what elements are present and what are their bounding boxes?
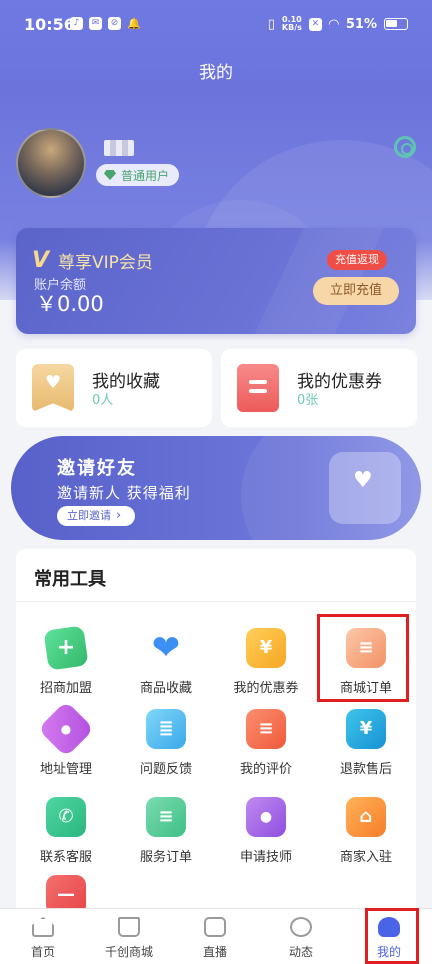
balance-value: ￥0.00 [36,292,104,316]
invite-title: 邀请好友 [57,458,137,479]
tool-franchise[interactable]: 招商加盟 [16,625,116,696]
favorites-card[interactable]: 我的收藏 0人 [16,349,212,427]
tool-label: 商品收藏 [139,681,192,696]
wifi-icon: ◠ [328,16,339,32]
mail-notification-icon: ✉ [89,17,102,30]
tools-panel: 常用工具 招商加盟 商品收藏 我的优惠券 商城订单 地址管理 问题反馈 我的评价… [16,549,416,929]
highlight-box-mine-tab [365,908,419,964]
network-speed: 0.10 KB/s [281,15,302,32]
avatar[interactable] [16,128,86,198]
invite-subtitle: 邀请新人 获得福利 [57,484,191,502]
location-pin-icon [37,700,95,758]
tool-address[interactable]: 地址管理 [16,700,116,777]
technician-icon [246,797,286,837]
tool-my-coupons[interactable]: 我的优惠券 [216,628,316,696]
coupon-icon [237,364,279,412]
tools-title: 常用工具 [34,569,106,590]
pinwheel-icon [290,917,312,937]
feedback-icon [146,709,186,749]
tab-home[interactable]: 首页 [0,909,86,964]
tiktok-notification-icon: ♪ [70,17,83,30]
tool-label: 申请技师 [239,850,292,865]
invite-button[interactable]: 立即邀请 [57,506,135,526]
vip-card[interactable]: V 尊享VIP会员 账户余额 ￥0.00 充值返现 立即充值 [16,228,416,334]
tab-mall[interactable]: 千创商城 [86,909,172,964]
tool-label: 我的优惠券 [233,681,299,696]
battery-percent: 51% [345,16,377,32]
tool-feedback[interactable]: 问题反馈 [116,709,216,777]
tool-label: 我的评价 [239,762,292,777]
shop-icon [346,797,386,837]
phone-icon [46,797,86,837]
home-icon [32,917,54,937]
review-icon [246,709,286,749]
tool-label: 联系客服 [39,850,92,865]
envelope-heart-icon [329,452,401,524]
heart-icon [146,628,186,668]
favorites-count: 0人 [92,393,114,408]
coupon-icon [246,628,286,668]
tool-service-orders[interactable]: 服务订单 [116,797,216,865]
tab-label: 动态 [288,945,313,959]
tool-merchant-onboarding[interactable]: 商家入驻 [316,797,416,865]
tool-label: 服务订单 [139,850,192,865]
vip-title: 尊享VIP会员 [58,253,153,273]
tool-product-favorites[interactable]: 商品收藏 [116,628,216,696]
tool-customer-service[interactable]: 联系客服 [16,797,116,865]
tv-live-icon [204,917,226,937]
app-notification-icon: ⊘ [108,17,121,30]
vip-v-icon: V [32,248,50,273]
tab-feed[interactable]: 动态 [258,909,344,964]
tab-label: 千创商城 [104,945,153,959]
username-redacted [104,140,134,156]
bookmark-heart-icon [32,364,74,412]
service-order-icon [146,797,186,837]
recharge-button[interactable]: 立即充值 [313,277,399,305]
franchise-plus-icon [43,625,89,671]
user-level-badge: 普通用户 [96,164,180,186]
user-level-label: 普通用户 [121,168,170,183]
tool-my-reviews[interactable]: 我的评价 [216,709,316,777]
coupons-count: 0张 [297,393,319,408]
tool-label: 地址管理 [39,762,92,777]
shopping-bag-icon [118,917,140,937]
no-sim-icon: ✕ [308,17,322,31]
diamond-icon [104,170,116,180]
tool-label: 问题反馈 [139,762,192,777]
cashback-tag: 充值返现 [327,250,387,270]
refund-icon [346,709,386,749]
tool-apply-technician[interactable]: 申请技师 [216,797,316,865]
vibrate-icon: ▯ [267,16,275,32]
status-bar: 10:56 ♪ ✉ ⊘ 🔔 ▯ 0.10 KB/s ✕ ◠ 51% [0,0,432,50]
tool-refund[interactable]: 退款售后 [316,709,416,777]
bell-icon: 🔔 [127,17,141,30]
battery-icon [384,18,408,30]
highlight-box-mall-orders [317,614,409,702]
coupons-card[interactable]: 我的优惠券 0张 [221,349,417,427]
tool-label: 商家入驻 [339,850,392,865]
divider [16,601,416,602]
tab-label: 直播 [202,945,227,959]
tool-label: 退款售后 [339,762,392,777]
tab-live[interactable]: 直播 [172,909,258,964]
status-time: 10:56 [24,15,75,34]
gear-icon[interactable] [394,136,416,158]
tool-label: 招商加盟 [39,681,92,696]
invite-banner[interactable]: 邀请好友 邀请新人 获得福利 立即邀请 [11,436,421,540]
page-title: 我的 [199,63,233,83]
tab-label: 首页 [30,945,55,959]
